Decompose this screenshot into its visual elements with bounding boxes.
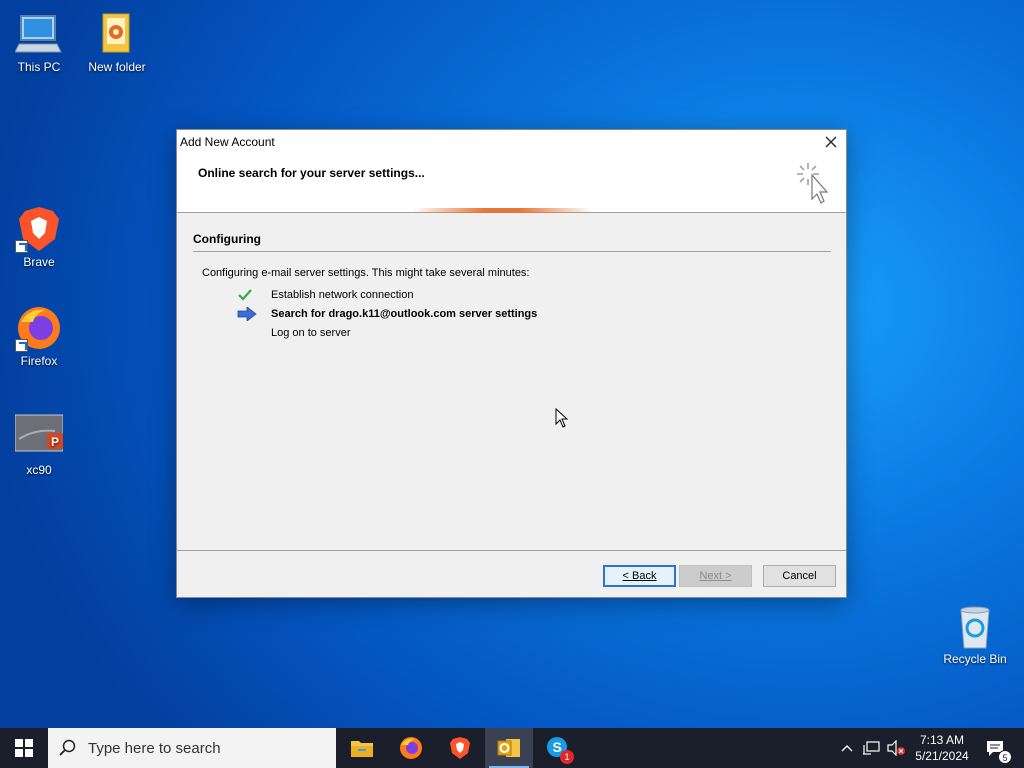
action-center-button[interactable]: 5 <box>980 728 1012 768</box>
taskbar-clock[interactable]: 7:13 AM 5/21/2024 <box>906 732 978 764</box>
brave-icon <box>15 205 63 253</box>
firefox-icon <box>400 737 422 759</box>
back-button[interactable]: < Back <box>603 565 676 587</box>
brave-icon <box>450 737 470 759</box>
close-icon <box>825 136 837 148</box>
configuring-description: Configuring e-mail server settings. This… <box>202 267 530 279</box>
start-button[interactable] <box>0 728 48 768</box>
dialog-titlebar[interactable]: Add New Account <box>177 130 846 154</box>
section-title: Configuring <box>193 232 261 246</box>
clock-date: 5/21/2024 <box>915 749 969 763</box>
firefox-icon <box>15 304 63 352</box>
busy-cursor-icon <box>794 159 834 207</box>
step-establish-connection: Establish network connection <box>237 287 413 303</box>
taskbar-skype[interactable]: S 1 <box>534 728 582 768</box>
volume-muted-icon <box>887 740 905 756</box>
taskbar-outlook[interactable] <box>485 728 533 768</box>
close-button[interactable] <box>816 130 846 154</box>
shortcut-arrow-icon <box>15 240 28 253</box>
clock-time: 7:13 AM <box>919 733 965 747</box>
network-icon <box>863 741 880 755</box>
desktop-icon-xc90[interactable]: P xc90 <box>0 413 78 477</box>
cancel-button[interactable]: Cancel <box>763 565 836 587</box>
chevron-up-icon <box>841 745 853 752</box>
step-label: Establish network connection <box>271 289 414 301</box>
progress-glow <box>412 208 592 213</box>
section-divider <box>193 251 831 252</box>
desktop-icon-new-folder[interactable]: New folder <box>78 10 156 74</box>
show-hidden-icons-button[interactable] <box>838 728 856 768</box>
add-new-account-dialog: Add New Account Online search for your s… <box>176 129 847 598</box>
header-title: Online search for your server settings..… <box>198 166 425 180</box>
taskbar-search-box[interactable]: Type here to search <box>48 728 336 768</box>
desktop-icon-label: Firefox <box>20 354 58 368</box>
taskbar-firefox[interactable] <box>387 728 435 768</box>
arrow-right-icon <box>237 306 271 322</box>
notification-count-badge: 5 <box>998 750 1012 764</box>
step-log-on: Log on to server <box>237 325 351 341</box>
desktop-icon-label: New folder <box>88 60 146 74</box>
computer-icon <box>14 10 63 58</box>
desktop-icon-recycle-bin[interactable]: Recycle Bin <box>936 602 1014 666</box>
shortcut-arrow-icon <box>15 339 28 352</box>
desktop-icon-label: This PC <box>17 60 61 74</box>
file-explorer-icon <box>351 741 373 757</box>
taskbar-file-explorer[interactable] <box>338 728 386 768</box>
taskbar: Type here to search S 1 7:13 AM 5/21/202… <box>0 728 1024 768</box>
powerpoint-file-icon: P <box>14 413 64 461</box>
volume-button[interactable] <box>884 728 908 768</box>
windows-logo-icon <box>15 739 33 757</box>
taskbar-brave[interactable] <box>436 728 484 768</box>
desktop-icon-this-pc[interactable]: This PC <box>0 10 78 74</box>
recycle-bin-icon <box>951 602 999 650</box>
svg-text:P: P <box>51 435 59 449</box>
step-label: Log on to server <box>271 327 351 339</box>
dialog-title: Add New Account <box>180 135 275 149</box>
outlook-icon <box>497 739 520 757</box>
checkmark-icon <box>237 287 271 303</box>
desktop-icon-label: Brave <box>23 255 55 269</box>
search-icon <box>48 739 88 757</box>
mouse-pointer-icon <box>555 408 569 428</box>
step-label: Search for drago.k11@outlook.com server … <box>271 308 538 320</box>
network-button[interactable] <box>860 728 882 768</box>
dialog-header: Online search for your server settings..… <box>177 154 846 213</box>
footer-divider <box>177 550 846 551</box>
next-button[interactable]: Next > <box>679 565 752 587</box>
desktop-icon-label: Recycle Bin <box>943 652 1007 666</box>
desktop-icon-firefox[interactable]: Firefox <box>0 304 78 368</box>
search-placeholder: Type here to search <box>88 739 221 757</box>
desktop-icon-brave[interactable]: Brave <box>0 205 78 269</box>
step-search-server-settings: Search for drago.k11@outlook.com server … <box>237 306 537 322</box>
desktop-icon-label: xc90 <box>26 463 52 477</box>
folder-icon <box>93 10 141 58</box>
skype-notification-badge: 1 <box>560 750 574 764</box>
